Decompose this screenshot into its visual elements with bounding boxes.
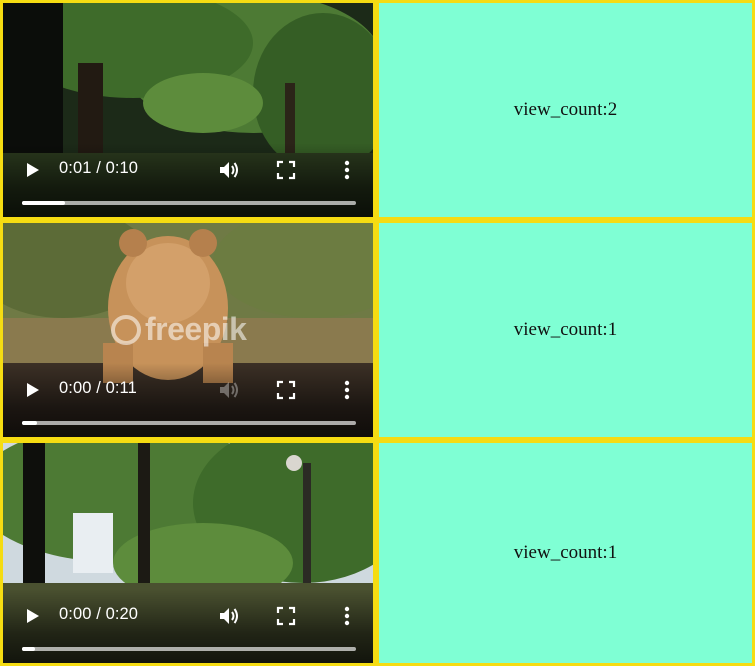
video-controls: 0:01 / 0:10 — [3, 143, 373, 217]
time-display: 0:00 / 0:20 — [59, 605, 139, 623]
view-count-cell-3: view_count:1 — [376, 440, 755, 666]
watermark-text: freepik — [145, 311, 247, 347]
volume-icon[interactable] — [217, 604, 241, 628]
volume-icon[interactable] — [217, 378, 241, 402]
video-player-3[interactable]: 0:00 / 0:20 — [0, 440, 376, 666]
video-player-1[interactable]: 0:01 / 0:10 — [0, 0, 376, 220]
video-controls: 0:00 / 0:11 — [3, 363, 373, 437]
more-vertical-icon[interactable] — [337, 378, 357, 402]
freepik-watermark: freepik — [111, 311, 247, 348]
fullscreen-icon[interactable] — [276, 606, 296, 626]
progress-bar[interactable] — [22, 421, 356, 425]
progress-fill — [22, 647, 36, 651]
time-display: 0:01 / 0:10 — [59, 159, 139, 177]
view-count-label: view_count:1 — [513, 319, 618, 340]
progress-fill — [22, 421, 38, 425]
view-count-label: view_count:2 — [513, 99, 618, 120]
progress-fill — [22, 201, 66, 205]
more-vertical-icon[interactable] — [337, 158, 357, 182]
video-controls: 0:00 / 0:20 — [3, 589, 373, 663]
play-icon[interactable] — [21, 605, 43, 627]
progress-bar[interactable] — [22, 201, 356, 205]
time-display: 0:00 / 0:11 — [59, 379, 137, 397]
progress-bar[interactable] — [22, 647, 356, 651]
video-table: 0:01 / 0:10 view_count:2 freepik 0:00 / … — [0, 0, 755, 666]
play-icon[interactable] — [21, 379, 43, 401]
video-player-2[interactable]: freepik 0:00 / 0:11 — [0, 220, 376, 440]
view-count-cell-2: view_count:1 — [376, 220, 755, 440]
play-icon[interactable] — [21, 159, 43, 181]
volume-icon[interactable] — [217, 158, 241, 182]
freepik-logo-icon — [111, 314, 141, 345]
fullscreen-icon[interactable] — [276, 380, 296, 400]
more-vertical-icon[interactable] — [337, 604, 357, 628]
view-count-label: view_count:1 — [513, 542, 618, 563]
view-count-cell-1: view_count:2 — [376, 0, 755, 220]
fullscreen-icon[interactable] — [276, 160, 296, 180]
